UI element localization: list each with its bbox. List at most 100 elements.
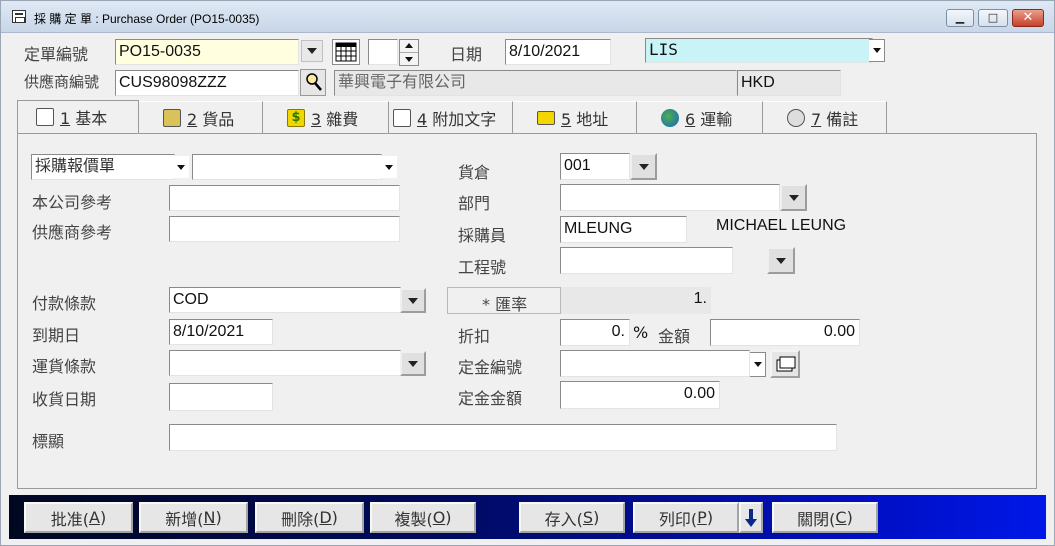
due-date-label: 到期日 (32, 326, 81, 345)
supplier-lookup-button[interactable] (300, 69, 326, 96)
copy-count-spinner[interactable] (399, 39, 419, 66)
shipping-terms-dropdown[interactable] (400, 351, 426, 376)
receive-date-input[interactable] (169, 383, 273, 411)
currency-field: HKD (737, 70, 841, 96)
company-ref-input[interactable] (169, 185, 400, 211)
notepad-icon (393, 108, 411, 127)
doc-type-dropdown[interactable] (173, 156, 189, 178)
tab-bar: 1 基本 2 貨品 $ 3 雜費 4 附加文字 5 地址 6 運輸 7 備註 (17, 100, 1037, 133)
print-options-button[interactable] (739, 502, 763, 533)
project-label: 工程號 (458, 258, 507, 277)
warehouse-label: 貨倉 (458, 163, 491, 182)
buyer-label: 採購員 (458, 226, 507, 245)
warehouse-select[interactable]: 001 (560, 153, 630, 180)
date-input[interactable]: 8/10/2021 (505, 39, 611, 65)
arrow-down-icon (745, 508, 757, 527)
tab-shipping[interactable]: 6 運輸 (637, 101, 763, 133)
folder-icon (776, 356, 796, 372)
deposit-no-select[interactable] (560, 350, 750, 377)
warehouse-dropdown[interactable] (630, 153, 657, 180)
amount-label: 金額 (658, 327, 691, 346)
tab-goods-label: 2 貨品 (187, 109, 235, 129)
tab-basic-label: 1 基本 (60, 109, 108, 128)
exchange-rate-label-box: * 匯率 (447, 287, 561, 314)
tab-shipping-label: 6 運輸 (685, 109, 733, 129)
action-bar: 批准(A) 新增(N) 刪除(D) 複製(O) 存入(S) 列印(P) 關閉(C… (9, 495, 1046, 539)
magnifier-icon (306, 73, 322, 91)
department-dropdown[interactable] (780, 184, 807, 211)
calendar-button[interactable] (332, 39, 360, 65)
window-title: 採 購 定 單 : Purchase Order (PO15-0035) (34, 12, 260, 26)
delete-button[interactable]: 刪除(D) (255, 502, 364, 533)
location-select[interactable]: LIS (645, 38, 873, 63)
supplier-no-label: 供應商編號 (24, 73, 100, 91)
close-window-button[interactable]: ✕ (1012, 9, 1044, 27)
maximize-button[interactable]: □ (978, 9, 1008, 27)
tab-misc-charges[interactable]: $ 3 雜費 (263, 101, 389, 133)
subject-label: 標顯 (32, 432, 65, 451)
minimize-button[interactable]: ▁ (946, 9, 974, 27)
close-button[interactable]: 關閉(C) (772, 502, 878, 533)
shipping-terms-label: 運貨條款 (32, 357, 97, 376)
tab-goods[interactable]: 2 貨品 (139, 101, 263, 133)
minimize-icon: ▁ (955, 11, 965, 24)
project-dropdown[interactable] (767, 247, 795, 274)
dollar-icon: $ (287, 108, 305, 127)
tab-remarks[interactable]: 7 備註 (763, 101, 887, 133)
order-no-dropdown[interactable] (301, 40, 323, 62)
purchase-order-window: 採 購 定 單 : Purchase Order (PO15-0035) ▁ □… (0, 0, 1055, 546)
deposit-no-dropdown[interactable] (750, 352, 766, 377)
company-ref-label: 本公司參考 (32, 193, 113, 212)
payment-terms-dropdown[interactable] (400, 288, 426, 313)
supplier-ref-label: 供應商參考 (32, 223, 113, 242)
app-icon (12, 10, 26, 23)
order-no-input[interactable]: PO15-0035 (115, 39, 299, 65)
spin-down-icon[interactable] (405, 57, 413, 62)
approve-button[interactable]: 批准(A) (24, 502, 133, 533)
deposit-amount-input[interactable]: 0.00 (560, 381, 720, 409)
tab-misc-charges-label: 3 雜費 (311, 109, 359, 129)
tab-address-label: 5 地址 (561, 109, 609, 129)
boxes-icon (163, 108, 181, 127)
tab-basic[interactable]: 1 基本 (17, 100, 139, 133)
supplier-no-input[interactable]: CUS98098ZZZ (115, 70, 299, 96)
exchange-rate-field: 1. (561, 287, 711, 314)
order-no-label: 定單編號 (24, 45, 89, 64)
supplier-ref-input[interactable] (169, 216, 400, 242)
subject-input[interactable] (169, 424, 837, 451)
receive-date-label: 收貨日期 (32, 390, 97, 409)
print-button[interactable]: 列印(P) (633, 502, 739, 533)
doc-type2-select[interactable] (192, 154, 382, 180)
payment-terms-label: 付款條款 (32, 294, 97, 313)
tab-remarks-label: 7 備註 (811, 109, 859, 129)
globe-icon (661, 108, 679, 127)
department-select[interactable] (560, 184, 780, 211)
deposit-lookup-button[interactable] (770, 350, 800, 378)
calendar-icon (335, 42, 357, 62)
amount-input[interactable]: 0.00 (710, 319, 860, 346)
new-button[interactable]: 新增(N) (139, 502, 248, 533)
supplier-name-field: 華興電子有限公司 (334, 70, 737, 96)
doc-type2-dropdown[interactable] (381, 156, 397, 178)
shipping-terms-select[interactable] (169, 350, 401, 376)
tab-additional-text-label: 4 附加文字 (417, 109, 497, 129)
tab-additional-text[interactable]: 4 附加文字 (389, 101, 513, 133)
copy-button[interactable]: 複製(O) (370, 502, 476, 533)
payment-terms-select[interactable]: COD (169, 287, 401, 313)
doc-type-select[interactable]: 採購報價單 (31, 154, 175, 180)
discount-label: 折扣 (458, 327, 491, 346)
spin-up-icon[interactable] (405, 43, 413, 48)
envelope-icon (537, 110, 555, 125)
copy-count-input[interactable] (368, 39, 398, 65)
location-dropdown[interactable] (869, 39, 885, 62)
project-input[interactable] (560, 247, 733, 274)
date-label: 日期 (450, 45, 483, 64)
buyer-code-input[interactable]: MLEUNG (560, 216, 687, 243)
discount-input[interactable]: 0. (560, 319, 630, 346)
tab-address[interactable]: 5 地址 (513, 101, 637, 133)
save-button[interactable]: 存入(S) (519, 502, 625, 533)
deposit-amount-label: 定金金額 (458, 389, 523, 408)
exchange-rate-label: * 匯率 (482, 295, 528, 314)
title-bar: 採 購 定 單 : Purchase Order (PO15-0035) ▁ □… (1, 1, 1054, 33)
due-date-input[interactable]: 8/10/2021 (169, 319, 273, 345)
